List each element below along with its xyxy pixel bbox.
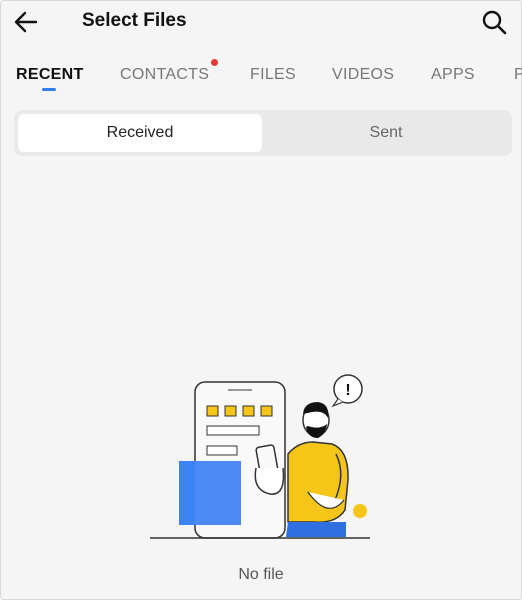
empty-state-message: No file bbox=[238, 566, 284, 583]
category-tabs: RECENT CONTACTS FILES VIDEOS APPS P bbox=[0, 60, 522, 94]
search-icon[interactable] bbox=[480, 8, 508, 36]
phone-tile-3 bbox=[242, 405, 255, 417]
top-bar: Select Files bbox=[0, 0, 522, 44]
person-shirt bbox=[287, 441, 349, 523]
phone-text-line-1 bbox=[206, 425, 260, 436]
yellow-ball bbox=[353, 504, 367, 518]
tab-recent[interactable]: RECENT bbox=[16, 66, 84, 84]
phone-tile-4 bbox=[260, 405, 273, 417]
received-sent-toggle: Received Sent bbox=[14, 110, 512, 156]
phone-tile-2 bbox=[224, 405, 237, 417]
tab-partial[interactable]: P bbox=[514, 66, 522, 84]
alert-symbol: ! bbox=[345, 382, 350, 399]
tab-apps[interactable]: APPS bbox=[431, 66, 475, 84]
person-pants bbox=[286, 522, 346, 537]
page-title: Select Files bbox=[82, 10, 187, 31]
tab-videos[interactable]: VIDEOS bbox=[332, 66, 394, 84]
back-arrow-icon[interactable] bbox=[12, 8, 40, 36]
empty-state-illustration: ! bbox=[150, 374, 370, 539]
sent-segment[interactable]: Sent bbox=[264, 114, 508, 152]
blue-block-overlap bbox=[195, 461, 241, 525]
phone-tile-1 bbox=[206, 405, 219, 417]
phone-text-line-2 bbox=[206, 445, 238, 456]
received-segment[interactable]: Received bbox=[18, 114, 262, 152]
tab-files[interactable]: FILES bbox=[250, 66, 296, 84]
contacts-notification-dot bbox=[211, 59, 218, 66]
tab-contacts[interactable]: CONTACTS bbox=[120, 66, 209, 84]
active-tab-indicator bbox=[42, 88, 56, 91]
